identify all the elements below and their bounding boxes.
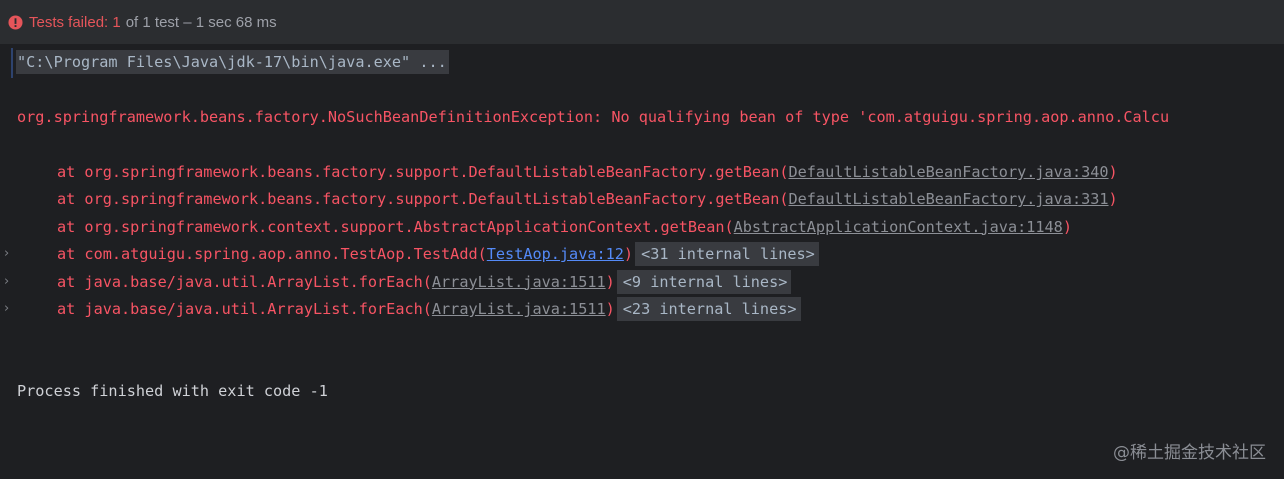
test-status-bar: Tests failed: 1 of 1 test – 1 sec 68 ms: [0, 0, 1284, 44]
stack-frame-method: at java.base/java.util.ArrayList.forEach…: [57, 300, 432, 318]
expand-chevron-icon[interactable]: ›: [4, 242, 9, 266]
internal-lines-fold[interactable]: <23 internal lines>: [616, 297, 801, 321]
stack-frame-line: at org.springframework.beans.factory.sup…: [57, 160, 1118, 184]
source-link[interactable]: ArrayList.java:1511: [432, 300, 606, 318]
source-link[interactable]: DefaultListableBeanFactory.java:331: [789, 190, 1109, 208]
error-circle-icon: [8, 14, 23, 30]
expand-chevron-icon[interactable]: ›: [4, 270, 9, 294]
stack-frame-line: at com.atguigu.spring.aop.anno.TestAop.T…: [57, 242, 819, 267]
stack-frame-method: at com.atguigu.spring.aop.anno.TestAop.T…: [57, 245, 487, 264]
stack-frame-close-paren: ): [623, 245, 634, 264]
stack-frame-line: at java.base/java.util.ArrayList.forEach…: [57, 269, 792, 294]
expand-chevron-icon[interactable]: ›: [4, 297, 9, 321]
stack-frame-close-paren: ): [1108, 163, 1118, 181]
stack-frame-line: at java.base/java.util.ArrayList.forEach…: [57, 297, 801, 321]
internal-lines-fold[interactable]: <31 internal lines>: [635, 242, 819, 267]
stack-frame-method: at org.springframework.beans.factory.sup…: [57, 163, 789, 181]
exit-message: Process finished with exit code -1: [17, 382, 328, 400]
source-link[interactable]: TestAop.java:12: [487, 245, 624, 263]
watermark: @稀土掘金技术社区: [1113, 443, 1266, 463]
source-link[interactable]: DefaultListableBeanFactory.java:340: [789, 163, 1109, 181]
tests-failed-label: Tests failed: 1: [29, 13, 121, 31]
stack-frame-close-paren: ): [1062, 217, 1072, 236]
stack-frame-line: at org.springframework.context.support.A…: [57, 215, 1072, 239]
stack-frame-method: at org.springframework.context.support.A…: [57, 217, 734, 236]
stack-frame-close-paren: ): [1108, 190, 1118, 209]
gutter-marker: [11, 48, 13, 78]
exception-message: org.springframework.beans.factory.NoSuch…: [17, 108, 1170, 126]
internal-lines-fold[interactable]: <9 internal lines>: [616, 269, 792, 294]
stack-frame-method: at org.springframework.beans.factory.sup…: [57, 190, 789, 209]
source-link[interactable]: ArrayList.java:1511: [432, 273, 606, 291]
stack-frame-close-paren: ): [605, 300, 615, 318]
command-line[interactable]: "C:\Program Files\Java\jdk-17\bin\java.e…: [16, 50, 449, 74]
run-console[interactable]: "C:\Program Files\Java\jdk-17\bin\java.e…: [0, 44, 1284, 479]
source-link[interactable]: AbstractApplicationContext.java:1148: [734, 218, 1063, 236]
stack-frame-close-paren: ): [605, 272, 615, 291]
stack-frame-line: at org.springframework.beans.factory.sup…: [57, 187, 1118, 211]
stack-frame-method: at java.base/java.util.ArrayList.forEach…: [57, 272, 432, 291]
tests-summary-label: of 1 test – 1 sec 68 ms: [125, 13, 277, 31]
